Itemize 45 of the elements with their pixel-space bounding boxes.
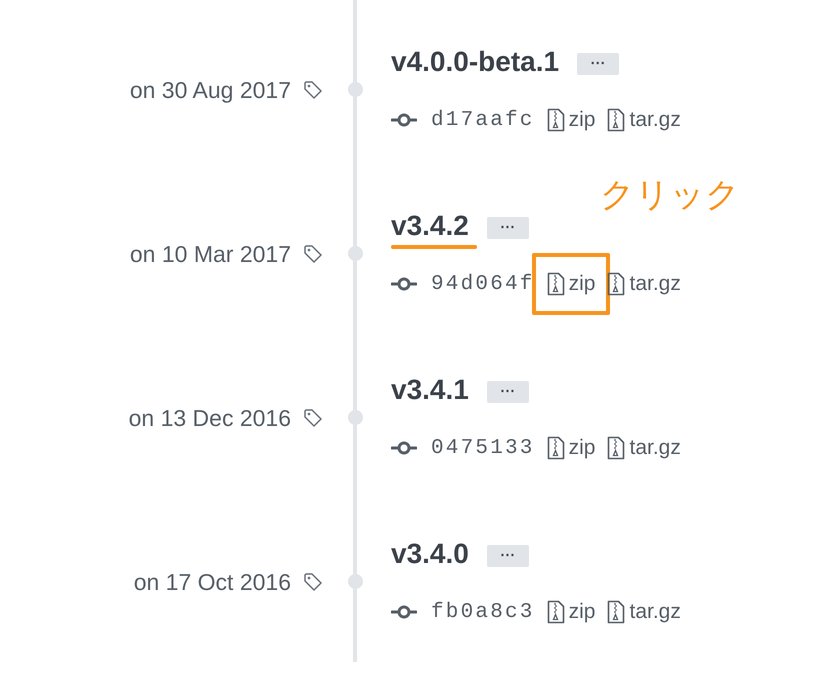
release-date: on 30 Aug 2017 — [130, 76, 291, 104]
download-link[interactable]: zip — [546, 108, 596, 132]
tag-icon — [303, 572, 323, 592]
timeline-dot — [348, 410, 362, 425]
commit-icon — [391, 113, 417, 127]
timeline-dot — [348, 246, 362, 261]
timeline-dot — [348, 574, 362, 589]
commit-icon — [391, 605, 417, 619]
download-link[interactable]: tar.gz — [607, 108, 681, 132]
more-button[interactable]: ··· — [577, 53, 620, 75]
commit-icon — [391, 441, 417, 455]
zip-file-icon — [607, 272, 626, 296]
annotation-text: クリック — [600, 174, 740, 217]
zip-file-icon — [546, 436, 565, 460]
release-title[interactable]: v3.4.2 — [391, 210, 469, 242]
commit-icon — [391, 277, 417, 291]
commit-link[interactable]: 0475133 — [431, 436, 535, 460]
release-title[interactable]: v4.0.0-beta.1 — [391, 46, 560, 78]
tag-icon — [303, 244, 323, 264]
download-link[interactable]: zip — [546, 272, 596, 296]
more-button[interactable]: ··· — [486, 217, 529, 239]
download-link[interactable]: tar.gz — [607, 436, 681, 460]
more-button[interactable]: ··· — [486, 545, 529, 567]
download-link[interactable]: tar.gz — [607, 600, 681, 624]
release-date: on 10 Mar 2017 — [130, 240, 291, 268]
zip-file-icon — [546, 600, 565, 624]
download-link[interactable]: tar.gz — [607, 272, 681, 296]
timeline-dot — [348, 82, 362, 97]
commit-link[interactable]: 94d064f — [431, 272, 535, 296]
more-button[interactable]: ··· — [486, 381, 529, 403]
release-title[interactable]: v3.4.0 — [391, 538, 469, 570]
commit-link[interactable]: fb0a8c3 — [431, 600, 535, 624]
zip-file-icon — [607, 600, 626, 624]
release-date: on 13 Dec 2016 — [128, 404, 291, 432]
download-link[interactable]: zip — [546, 436, 596, 460]
tag-icon — [303, 408, 323, 428]
zip-file-icon — [546, 272, 565, 296]
zip-file-icon — [607, 108, 626, 132]
release-title[interactable]: v3.4.1 — [391, 374, 469, 406]
zip-file-icon — [546, 108, 565, 132]
commit-link[interactable]: d17aafc — [431, 108, 535, 132]
download-link[interactable]: zip — [546, 600, 596, 624]
release-date: on 17 Oct 2016 — [134, 568, 291, 596]
tag-icon — [303, 80, 323, 100]
zip-file-icon — [607, 436, 626, 460]
